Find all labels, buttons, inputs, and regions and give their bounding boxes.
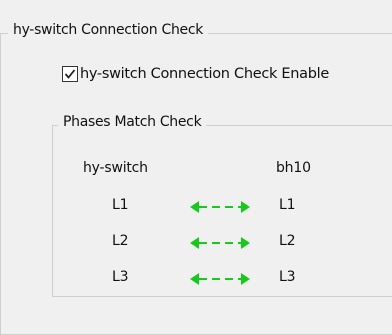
connection-check-enable-checkbox[interactable]: hy-switch Connection Check Enable (62, 66, 329, 82)
phases-match-group-title: Phases Match Check (58, 114, 207, 130)
checkmark-icon (64, 69, 76, 79)
connection-check-group-title: hy-switch Connection Check (8, 22, 209, 38)
left-phase-label: L1 (112, 197, 129, 213)
left-device-header: hy-switch (83, 160, 148, 176)
right-phase-label: L2 (279, 233, 296, 249)
connection-check-enable-label[interactable]: hy-switch Connection Check Enable (80, 66, 329, 82)
right-phase-label: L3 (279, 269, 296, 285)
right-device-header: bh10 (276, 160, 311, 176)
double-headed-arrow-icon (190, 201, 250, 213)
left-phase-label: L2 (112, 233, 129, 249)
double-headed-arrow-icon (190, 237, 250, 249)
checkbox-box[interactable] (62, 66, 78, 82)
right-phase-label: L1 (279, 197, 296, 213)
left-phase-label: L3 (112, 269, 129, 285)
double-headed-arrow-icon (190, 273, 250, 285)
